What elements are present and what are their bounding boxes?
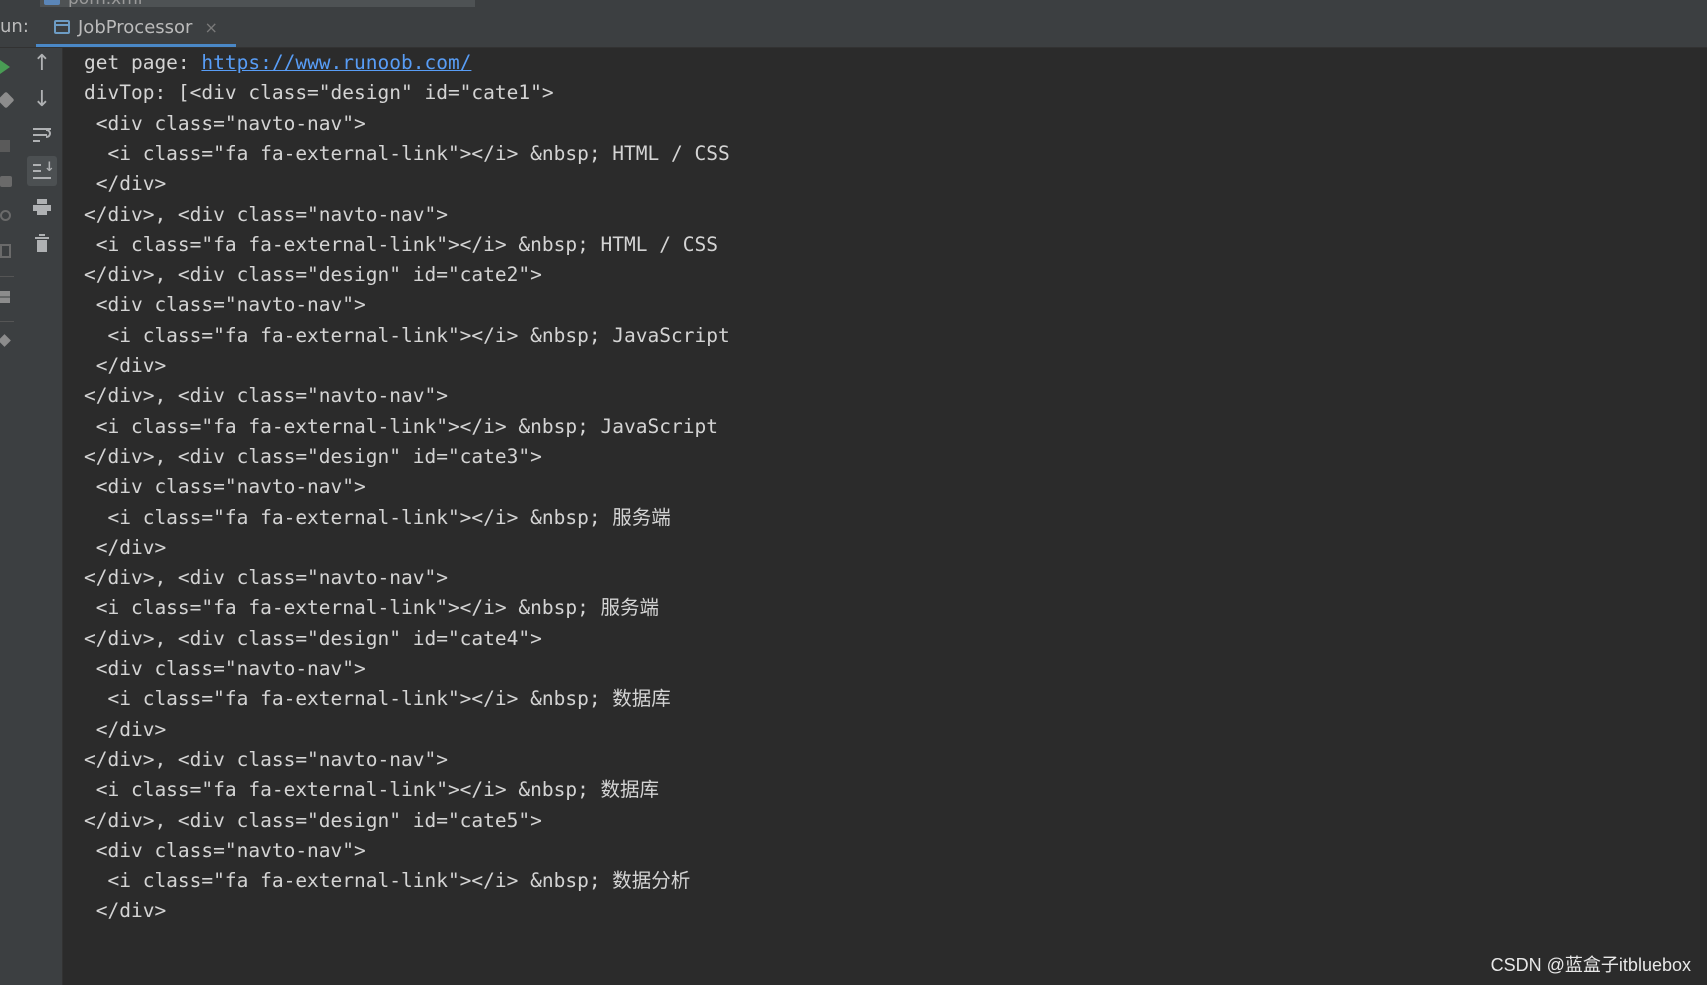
console-line: </div>, <div class="navto-nav"> — [84, 202, 448, 226]
console-line: </div>, <div class="design" id="cate2"> — [84, 263, 542, 287]
console-link[interactable]: https://www.runoob.com/ — [201, 51, 471, 74]
soft-wrap-button[interactable] — [27, 120, 57, 150]
arrow-down-icon: ↓ — [32, 86, 52, 112]
wrench-icon[interactable] — [0, 91, 15, 109]
camera-icon[interactable] — [0, 176, 12, 187]
run-tool-window-header: un: JobProcessor × — [0, 7, 1707, 48]
console-line: </div>, <div class="navto-nav"> — [84, 747, 448, 771]
run-tool-window-label: un: — [0, 16, 29, 37]
console-line: divTop: [<div class="design" id="cate1"> — [84, 81, 554, 105]
console-line: </div> — [84, 535, 167, 559]
trash-icon — [35, 234, 49, 252]
console-line: </div>, <div class="design" id="cate5"> — [84, 808, 542, 832]
console-line: <i class="fa fa-external-link"></i> &nbs… — [84, 869, 691, 893]
console-text: get page: — [84, 51, 202, 74]
console-line: </div>, <div class="navto-nav"> — [84, 566, 448, 590]
clear-all-button[interactable] — [27, 228, 57, 258]
run-tab-label: JobProcessor — [78, 16, 193, 38]
console-line: <i class="fa fa-external-link"></i> &nbs… — [84, 414, 718, 438]
console-line: </div>, <div class="navto-nav"> — [84, 384, 448, 408]
console-line: </div> — [84, 354, 167, 377]
console-line: </div>, <div class="design" id="cate4"> — [84, 626, 542, 650]
run-tab-jobprocessor[interactable]: JobProcessor × — [36, 7, 236, 47]
console-output[interactable]: get page: https://www.runoob.com/ divTop… — [63, 48, 1707, 985]
console-line: <i class="fa fa-external-link"></i> &nbs… — [84, 141, 730, 165]
console-window-icon — [54, 20, 70, 34]
close-icon[interactable]: × — [204, 18, 217, 37]
console-line: </div> — [84, 172, 167, 196]
pin-icon[interactable] — [0, 334, 11, 347]
soft-wrap-icon — [33, 127, 51, 143]
console-line: <i class="fa fa-external-link"></i> &nbs… — [84, 323, 730, 347]
console-line: </div> — [84, 899, 167, 923]
down-arrow-button[interactable]: ↓ — [27, 84, 57, 114]
console-line: </div> — [84, 717, 167, 741]
up-arrow-button[interactable]: ↑ — [27, 48, 57, 78]
stop-icon[interactable] — [0, 140, 10, 152]
scroll-to-end-button[interactable]: ↓ — [27, 156, 57, 186]
console-line: <div class="navto-nav"> — [84, 475, 366, 499]
arrow-up-icon: ↑ — [32, 50, 52, 76]
console-line: get page: https://www.runoob.com/ — [84, 48, 471, 78]
console-line: <i class="fa fa-external-link"></i> &nbs… — [84, 505, 671, 529]
gear-icon[interactable] — [0, 210, 11, 221]
console-line: </div>, <div class="design" id="cate3"> — [84, 444, 542, 468]
console-line: <div class="navto-nav"> — [84, 293, 366, 317]
console-toolbar: ↑ ↓ ↓ — [22, 48, 63, 985]
console-line: <i class="fa fa-external-link"></i> &nbs… — [84, 778, 660, 802]
console-line: <i class="fa fa-external-link"></i> &nbs… — [84, 687, 671, 711]
xml-file-icon — [44, 0, 60, 5]
csdn-watermark: CSDN @蓝盒子itbluebox — [1490, 955, 1691, 975]
scroll-to-end-icon: ↓ — [33, 161, 55, 180]
toolbar-divider — [0, 321, 14, 322]
run-outer-toolbar — [0, 48, 23, 985]
layout-icon[interactable] — [0, 291, 10, 303]
rerun-icon[interactable] — [0, 60, 10, 74]
print-icon — [33, 199, 51, 215]
console-line: <i class="fa fa-external-link"></i> &nbs… — [84, 596, 660, 620]
console-line: <i class="fa fa-external-link"></i> &nbs… — [84, 232, 718, 256]
editor-tab-pom[interactable]: pom.xml — [40, 0, 475, 7]
console-line: <div class="navto-nav"> — [84, 111, 366, 135]
exit-icon[interactable] — [0, 244, 11, 258]
print-button[interactable] — [27, 192, 57, 222]
toolbar-divider — [0, 276, 14, 277]
console-line: <div class="navto-nav"> — [84, 657, 366, 680]
console-line: <div class="navto-nav"> — [84, 838, 366, 862]
